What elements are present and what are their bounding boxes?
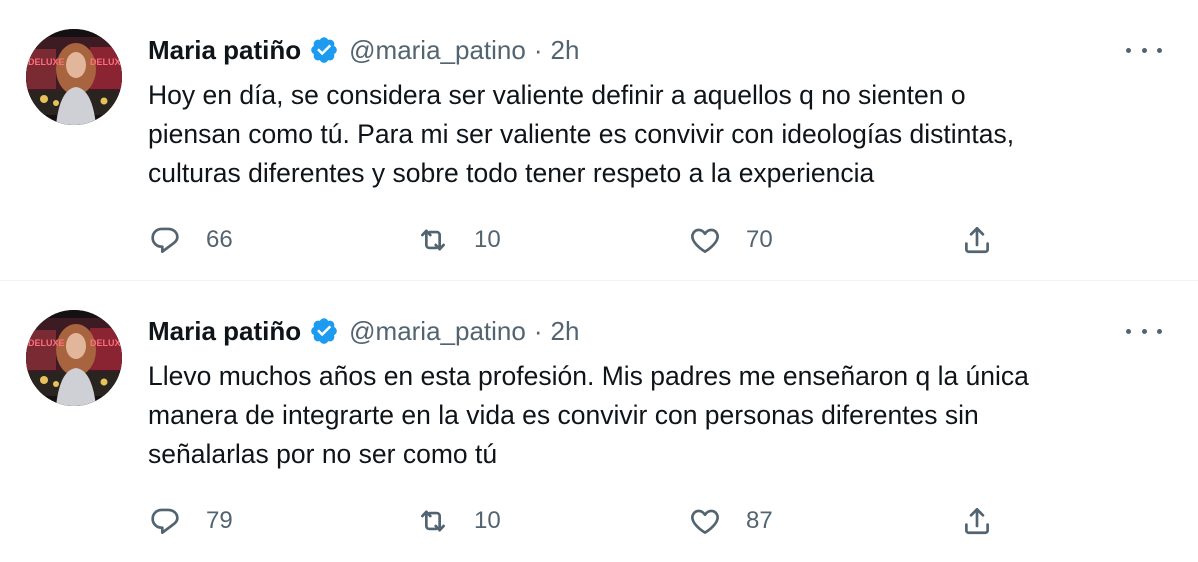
share-button[interactable] <box>960 218 994 262</box>
tweet-actions: 79 10 87 <box>148 499 1008 543</box>
more-options-icon[interactable] <box>1126 38 1162 62</box>
author-name[interactable]: Maria patiño <box>148 316 301 347</box>
tweet-text: Llevo muchos años en esta profesión. Mis… <box>148 361 1029 469</box>
separator-dot: · <box>533 34 543 65</box>
like-button[interactable]: 70 <box>688 218 773 262</box>
speech-bubble-icon <box>151 227 179 253</box>
author-name[interactable]: Maria patiño <box>148 35 301 66</box>
reply-button[interactable]: 66 <box>148 218 233 262</box>
avatar-logo-text-right: DELUXE <box>90 57 122 67</box>
more-dot <box>1126 47 1131 53</box>
avatar[interactable]: DELUXE DELUXE <box>26 310 122 406</box>
more-dot <box>1126 328 1131 334</box>
tweet-actions: 66 10 70 <box>148 218 1008 262</box>
timestamp[interactable]: 2h <box>551 316 580 347</box>
retweet-arrows-icon <box>421 229 445 251</box>
retweet-button[interactable]: 10 <box>416 218 501 262</box>
reply-button[interactable]: 79 <box>148 499 233 543</box>
more-dot <box>1141 47 1147 53</box>
author-handle[interactable]: @maria_patino <box>349 35 526 66</box>
separator-dot: · <box>533 315 543 346</box>
share-button[interactable] <box>960 499 994 543</box>
retweet-arrows-icon <box>421 510 445 532</box>
timestamp[interactable]: 2h <box>551 35 580 66</box>
tweet-text: Hoy en día, se considera ser valiente de… <box>148 80 1015 188</box>
more-options-icon[interactable] <box>1126 319 1162 343</box>
more-dot <box>1157 47 1162 53</box>
share-upload-icon <box>965 508 989 535</box>
avatar-image: DELUXE DELUXE <box>26 310 122 406</box>
avatar-logo-text-left: DELUXE <box>28 57 65 67</box>
author-handle[interactable]: @maria_patino <box>349 316 526 347</box>
retweet-button[interactable]: 10 <box>416 499 501 543</box>
reply-count: 66 <box>206 226 233 253</box>
like-count: 87 <box>746 507 773 534</box>
tweet-feed: DELUXE DELUXE Maria patiño @maria_patino… <box>0 0 1198 562</box>
like-count: 70 <box>746 226 773 253</box>
like-button[interactable]: 87 <box>688 499 773 543</box>
more-dot <box>1141 328 1147 334</box>
tweet[interactable]: DELUXE DELUXE Maria patiño @maria_patino… <box>0 280 1198 560</box>
heart-icon <box>691 228 719 253</box>
heart-icon <box>691 509 719 534</box>
verified-badge-icon <box>309 316 339 346</box>
more-dot <box>1157 328 1162 334</box>
share-upload-icon <box>965 227 989 254</box>
reply-count: 79 <box>206 507 233 534</box>
retweet-count: 10 <box>474 226 501 253</box>
avatar-logo-text-left: DELUXE <box>28 338 65 348</box>
tweet[interactable]: DELUXE DELUXE Maria patiño @maria_patino… <box>0 0 1198 280</box>
tweet-header: Maria patiño @maria_patino · 2h <box>148 311 579 351</box>
avatar-image: DELUXE DELUXE <box>26 29 122 125</box>
retweet-count: 10 <box>474 507 501 534</box>
avatar[interactable]: DELUXE DELUXE <box>26 29 122 125</box>
speech-bubble-icon <box>151 508 179 534</box>
verified-badge-icon <box>309 35 339 65</box>
avatar-logo-text-right: DELUXE <box>90 338 122 348</box>
tweet-header: Maria patiño @maria_patino · 2h <box>148 30 579 70</box>
